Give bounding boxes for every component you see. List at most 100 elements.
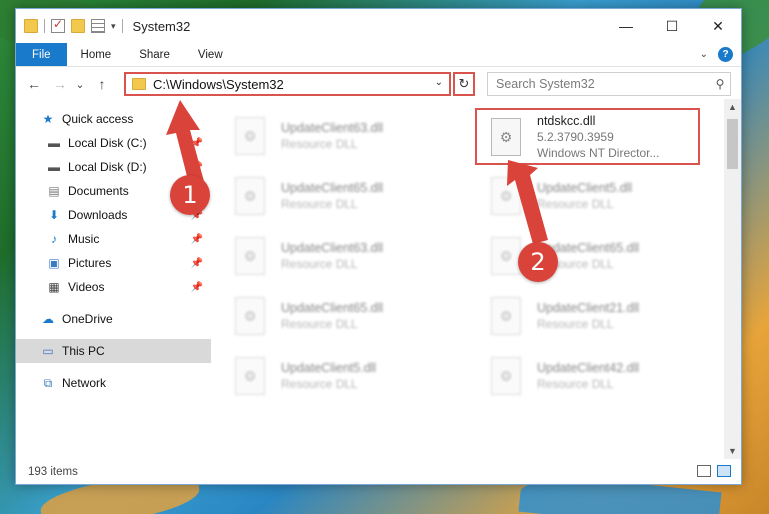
- folder-icon: [132, 78, 146, 90]
- sidebar-item-music[interactable]: ♪ Music 📌: [16, 227, 211, 251]
- file-list: ⚙ UpdateClient63.dll Resource DLL ⚙ Updat…: [221, 104, 726, 456]
- file-item[interactable]: ⚙ UpdateClient21.dll Resource DLL: [477, 288, 697, 344]
- item-count: 193 items: [28, 466, 78, 478]
- sidebar-item-label: Pictures: [68, 256, 112, 270]
- search-input[interactable]: [496, 74, 710, 94]
- sidebar-item-onedrive[interactable]: ☁ OneDrive: [16, 307, 211, 331]
- sidebar-item-label: Music: [68, 232, 100, 246]
- file-type: Resource DLL: [281, 257, 358, 271]
- explorer-window: ▾ System32 — ☐ ✕ File Home Share View ⌄ …: [15, 8, 742, 485]
- sidebar-item-label: Quick access: [62, 112, 134, 126]
- dll-file-icon: ⚙: [491, 357, 521, 395]
- sidebar-item-this-pc[interactable]: ▭ This PC: [16, 339, 211, 363]
- file-name: UpdateClient65.dll: [281, 301, 384, 315]
- properties-icon[interactable]: [91, 19, 105, 33]
- videos-icon: ▦: [48, 280, 60, 294]
- computer-icon: ▭: [42, 344, 54, 358]
- star-icon: ★: [42, 112, 54, 126]
- tab-view[interactable]: View: [184, 43, 237, 66]
- cloud-icon: ☁: [42, 312, 54, 326]
- new-folder-icon[interactable]: [71, 19, 85, 33]
- status-bar: 193 items: [16, 461, 741, 483]
- tiles-view-icon[interactable]: [717, 465, 731, 477]
- close-button[interactable]: ✕: [695, 9, 741, 43]
- dll-file-icon: ⚙: [235, 357, 265, 395]
- sidebar-item-quick-access[interactable]: ★ Quick access: [16, 107, 211, 131]
- documents-icon: ▤: [48, 184, 60, 198]
- chevron-down-icon[interactable]: ⌄: [435, 77, 443, 88]
- dll-file-icon: ⚙: [491, 297, 521, 335]
- annotation-marker-2: 2: [518, 242, 558, 282]
- window-controls: — ☐ ✕: [603, 9, 741, 43]
- file-item[interactable]: ⚙ UpdateClient63.dll Resource DLL: [221, 228, 441, 284]
- sidebar-item-label: Local Disk (D:): [68, 160, 147, 174]
- chevron-down-icon[interactable]: ▾: [111, 21, 116, 32]
- tab-home[interactable]: Home: [67, 43, 126, 66]
- file-item[interactable]: ⚙ UpdateClient65.dll Resource DLL: [221, 168, 441, 224]
- selection-highlight: [475, 108, 700, 165]
- sidebar-item-network[interactable]: ⧉ Network: [16, 371, 211, 395]
- file-item[interactable]: ⚙ UpdateClient5.dll Resource DLL: [221, 348, 441, 404]
- pictures-icon: ▣: [48, 256, 60, 270]
- recent-locations-button[interactable]: ⌄: [70, 78, 90, 91]
- properties-check-icon[interactable]: [51, 17, 65, 33]
- file-type: Resource DLL: [281, 317, 358, 331]
- sidebar-item-label: Videos: [68, 280, 105, 294]
- up-button[interactable]: ↑: [92, 76, 112, 92]
- dll-file-icon: ⚙: [235, 297, 265, 335]
- sidebar-item-label: This PC: [62, 344, 105, 358]
- back-button[interactable]: ←: [24, 76, 44, 92]
- pin-icon[interactable]: 📌: [191, 162, 203, 173]
- search-box[interactable]: ⚲: [487, 72, 731, 96]
- file-type: Resource DLL: [537, 317, 614, 331]
- dll-file-icon: ⚙: [491, 237, 521, 275]
- help-icon[interactable]: ?: [718, 47, 733, 62]
- search-icon[interactable]: ⚲: [710, 77, 730, 91]
- drive-icon: ▬: [48, 136, 60, 150]
- address-bar[interactable]: C:\Windows\System32 ⌄: [124, 72, 451, 96]
- scrollbar-thumb[interactable]: [727, 119, 738, 169]
- tab-share[interactable]: Share: [125, 43, 184, 66]
- file-item[interactable]: ⚙ UpdateClient65.dll Resource DLL: [221, 288, 441, 344]
- view-toggle: [697, 465, 731, 477]
- file-item[interactable]: ⚙ UpdateClient65.dll Resource DLL: [477, 228, 697, 284]
- dll-file-icon: ⚙: [491, 177, 521, 215]
- navigation-pane: ★ Quick access ▬ Local Disk (C:) 📌 ▬ Loc…: [16, 107, 211, 457]
- pin-icon[interactable]: 📌: [191, 258, 203, 269]
- tab-file[interactable]: File: [16, 43, 67, 66]
- expand-ribbon-icon[interactable]: ⌄: [700, 49, 708, 60]
- maximize-button[interactable]: ☐: [649, 9, 695, 43]
- file-item[interactable]: ⚙ UpdateClient42.dll Resource DLL: [477, 348, 697, 404]
- scroll-down-icon[interactable]: ▼: [724, 443, 741, 459]
- pin-icon[interactable]: 📌: [191, 138, 203, 149]
- refresh-button[interactable]: ↻: [453, 72, 475, 96]
- drive-icon: ▬: [48, 160, 60, 174]
- sidebar-item-label: Network: [62, 376, 107, 390]
- minimize-button[interactable]: —: [603, 9, 649, 43]
- file-item[interactable]: ⚙ UpdateClient5.dll Resource DLL: [477, 168, 697, 224]
- sidebar-item-pictures[interactable]: ▣ Pictures 📌: [16, 251, 211, 275]
- file-type: Resource DLL: [281, 137, 358, 151]
- file-name: UpdateClient42.dll: [537, 361, 640, 375]
- pin-icon[interactable]: 📌: [191, 282, 203, 293]
- address-path: C:\Windows\System32: [153, 76, 284, 92]
- file-item[interactable]: ⚙ UpdateClient63.dll Resource DLL: [221, 108, 441, 164]
- file-type: Resource DLL: [281, 197, 358, 211]
- details-view-icon[interactable]: [697, 465, 711, 477]
- sidebar-item-local-disk-c[interactable]: ▬ Local Disk (C:) 📌: [16, 131, 211, 155]
- file-name: UpdateClient5.dll: [281, 361, 377, 375]
- pin-icon[interactable]: 📌: [191, 234, 203, 245]
- sidebar-item-label: Downloads: [68, 208, 128, 222]
- scroll-up-icon[interactable]: ▲: [724, 99, 741, 115]
- file-type: Resource DLL: [537, 197, 614, 211]
- title-bar: ▾ System32 — ☐ ✕: [16, 9, 741, 43]
- sidebar-item-videos[interactable]: ▦ Videos 📌: [16, 275, 211, 299]
- folder-icon: [24, 19, 38, 33]
- quick-access-toolbar: ▾: [16, 17, 123, 33]
- annotation-marker-1: 1: [170, 175, 210, 215]
- navigation-bar: ← → ⌄ ↑ C:\Windows\System32 ⌄ ↻ ⚲: [16, 71, 741, 97]
- vertical-scrollbar[interactable]: ▲ ▼: [724, 99, 741, 459]
- forward-button[interactable]: →: [50, 76, 70, 92]
